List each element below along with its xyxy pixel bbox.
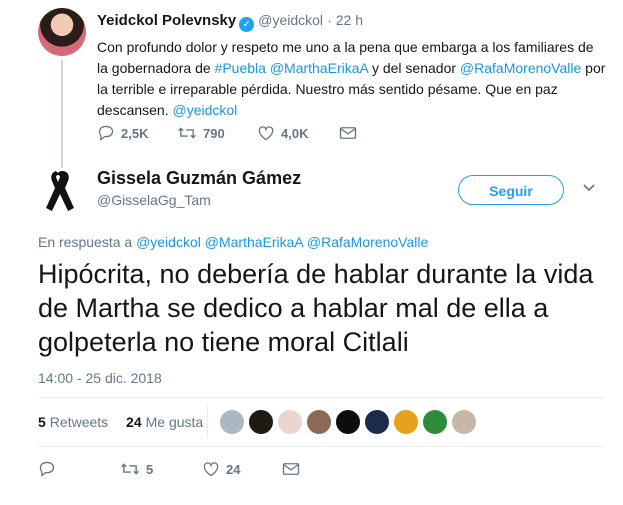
flowers-avatar[interactable] [277,409,303,435]
chevron-down-icon[interactable] [582,183,596,193]
person-avatar[interactable] [306,409,332,435]
sunset-avatar[interactable] [393,409,419,435]
divider [38,397,604,398]
flag-avatar[interactable] [422,409,448,435]
like-count: 24 [226,462,241,477]
reply-prefix: En respuesta a [38,234,133,250]
envelope-icon [339,127,357,139]
retweet-button[interactable]: 790 [177,125,225,141]
retweet-count: 790 [203,126,225,141]
parent-tweet-time[interactable]: · 22 h [327,12,363,28]
retweet-button[interactable]: 5 [120,461,153,477]
night-avatar[interactable] [364,409,390,435]
reply-count: 2,5K [121,126,149,141]
reply-to-mention[interactable]: @RafaMorenoValle [307,234,428,250]
envelope-icon [282,463,300,475]
hashtag-link[interactable]: #Puebla [215,60,266,76]
reply-button[interactable] [38,461,62,477]
parent-tweet-text: Con profundo dolor y respeto me uno a la… [97,37,607,121]
tweet-text: Hipócrita, no debería de hablar durante … [38,259,594,357]
verified-badge-icon: ✓ [239,17,255,32]
heart-icon [258,126,274,141]
retweet-icon [121,463,139,475]
default-avatar[interactable] [219,409,245,435]
parent-author-handle[interactable]: @yeidckol [258,12,323,28]
thread-connector-line [61,60,63,168]
parent-author-name[interactable]: Yeidckol Polevnsky [97,12,236,29]
reply-to-mention[interactable]: @yeidckol [136,234,201,250]
retweet-icon [178,127,196,139]
tweet-timestamp[interactable]: 14:00 - 25 dic. 2018 [38,370,162,386]
mention-link[interactable]: @RafaMorenoValle [460,60,581,76]
direct-message-button[interactable] [282,461,306,477]
retweets-stat-label: Retweets [49,414,109,430]
direct-message-button[interactable] [339,125,363,141]
like-button[interactable]: 4,0K [257,125,308,141]
man-avatar[interactable] [451,409,477,435]
stats-separator [207,404,208,438]
follow-button[interactable]: Seguir [458,175,564,205]
tweet-text-segment: y del senador [368,60,460,76]
reply-context: En respuesta a @yeidckol @MarthaErikaA @… [38,234,428,250]
like-count: 4,0K [281,126,309,141]
retweets-stat[interactable]: 5 Retweets [38,414,108,430]
likes-stat[interactable]: 24 Me gusta [126,414,203,430]
mention-link[interactable]: @MarthaErikaA [270,60,368,76]
black-ribbon-icon[interactable] [38,168,78,214]
mention-link[interactable]: @yeidckol [173,102,238,118]
author-handle[interactable]: @GisselaGg_Tam [97,192,211,208]
tweet-stats: 5 Retweets 24 Me gusta [38,414,203,430]
like-button[interactable]: 24 [202,461,240,477]
retweets-stat-count: 5 [38,414,46,430]
divider [38,446,604,447]
dark-emblem-avatar[interactable] [248,409,274,435]
likes-stat-label: Me gusta [145,414,204,430]
reply-to-mention[interactable]: @MarthaErikaA [205,234,303,250]
dark-text-avatar[interactable] [335,409,361,435]
heart-icon [203,462,219,477]
reply-icon [39,461,55,477]
author-name[interactable]: Gissela Guzmán Gámez [97,168,301,189]
likes-stat-count: 24 [126,414,142,430]
reply-button[interactable]: 2,5K [97,125,148,141]
retweet-count: 5 [146,462,154,477]
reply-icon [98,125,114,141]
avatar-yeidckol[interactable] [38,8,86,56]
parent-tweet-header: Yeidckol Polevnsky ✓ @yeidckol · 22 h [97,12,363,32]
